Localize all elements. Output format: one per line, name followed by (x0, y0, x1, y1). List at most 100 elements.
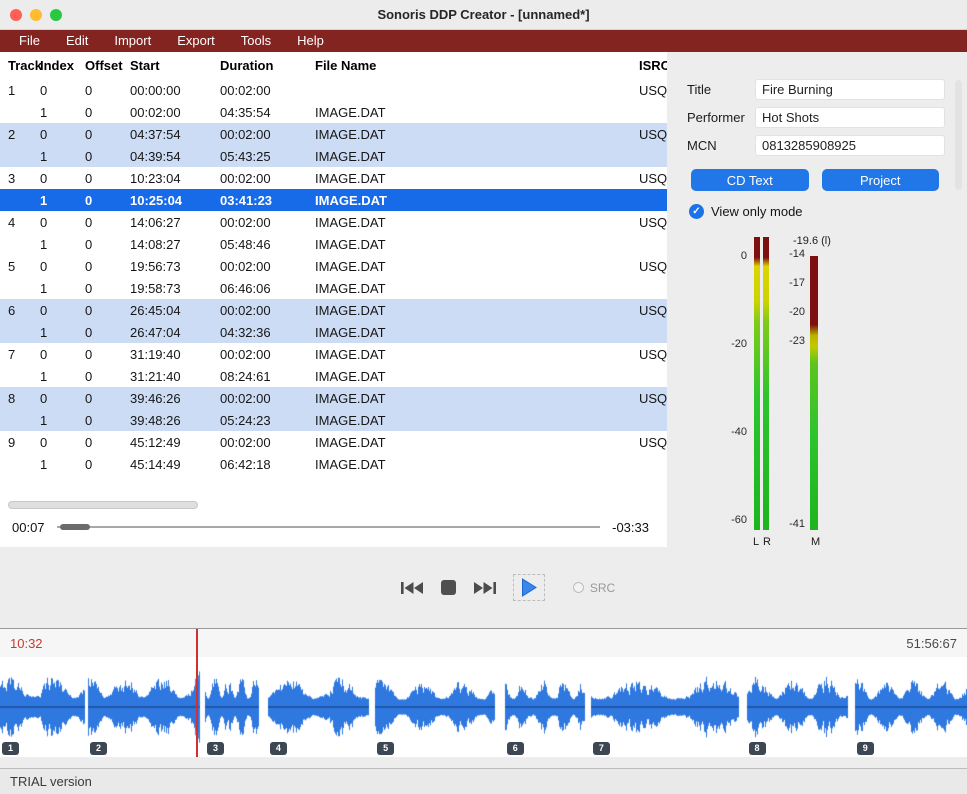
track-table-row[interactable]: 1 0 0 00:00:00 00:02:00 USQ (0, 79, 667, 101)
menu-edit[interactable]: Edit (53, 30, 101, 52)
column-header-start[interactable]: Start (130, 58, 220, 73)
track-table-row[interactable]: 2 0 0 04:37:54 00:02:00 IMAGE.DAT USQ (0, 123, 667, 145)
disc-info-panel: Title Performer MCN CD Text Project ✓ Vi… (667, 52, 967, 547)
cell-track: 8 (0, 391, 40, 406)
next-icon (473, 580, 497, 596)
cell-duration: 06:42:18 (220, 457, 315, 472)
cell-start: 14:08:27 (130, 237, 220, 252)
cell-duration: 00:02:00 (220, 435, 315, 450)
track-marker-badge: 5 (377, 742, 394, 755)
panel-scrollbar[interactable] (955, 80, 962, 190)
column-header-offset[interactable]: Offset (85, 58, 130, 73)
performer-input[interactable] (755, 107, 945, 128)
lr-meter-scale: 0 -20 -40 -60 (711, 250, 747, 526)
cell-file-name: IMAGE.DAT (315, 435, 639, 450)
cell-duration: 05:24:23 (220, 413, 315, 428)
cell-index: 0 (40, 215, 85, 230)
track-table-row[interactable]: 5 0 0 19:56:73 00:02:00 IMAGE.DAT USQ (0, 255, 667, 277)
cell-isrc: USQ (639, 127, 667, 142)
view-only-mode-icon[interactable]: ✓ (689, 204, 704, 219)
menu-file[interactable]: File (6, 30, 53, 52)
m-meter-scale: -14 -17 -20 -23 (771, 248, 805, 364)
column-header-index[interactable]: Index (40, 58, 85, 73)
seek-slider-thumb[interactable] (60, 524, 90, 530)
title-field-row: Title (687, 78, 945, 100)
cd-text-button[interactable]: CD Text (691, 169, 809, 191)
waveform-area: 123456789 (0, 657, 967, 757)
column-header-duration[interactable]: Duration (220, 58, 315, 73)
track-table-row[interactable]: 1 0 19:58:73 06:46:06 IMAGE.DAT (0, 277, 667, 299)
cell-track: 4 (0, 215, 40, 230)
play-button[interactable] (513, 574, 545, 601)
track-table-row[interactable]: 1 0 00:02:00 04:35:54 IMAGE.DAT (0, 101, 667, 123)
cell-start: 04:37:54 (130, 127, 220, 142)
track-table-row[interactable]: 9 0 0 45:12:49 00:02:00 IMAGE.DAT USQ (0, 431, 667, 453)
playback-slider-row: 00:07 -03:33 (0, 517, 667, 547)
track-table-row[interactable]: 1 0 26:47:04 04:32:36 IMAGE.DAT (0, 321, 667, 343)
menu-export[interactable]: Export (164, 30, 228, 52)
table-empty-space (0, 475, 667, 501)
cell-offset: 0 (85, 391, 130, 406)
src-option: SRC (573, 581, 615, 595)
cell-track: 1 (0, 83, 40, 98)
cell-index: 0 (40, 171, 85, 186)
close-button[interactable] (10, 9, 22, 21)
cell-file-name: IMAGE.DAT (315, 347, 639, 362)
channel-label-mono: M (811, 536, 820, 548)
menu-tools[interactable]: Tools (228, 30, 284, 52)
column-header-track[interactable]: Track (0, 58, 40, 73)
zoom-button[interactable] (50, 9, 62, 21)
next-track-button[interactable] (473, 580, 497, 596)
track-table-row[interactable]: 6 0 0 26:45:04 00:02:00 IMAGE.DAT USQ (0, 299, 667, 321)
cell-file-name: IMAGE.DAT (315, 259, 639, 274)
cell-file-name: IMAGE.DAT (315, 127, 639, 142)
waveform-display[interactable] (0, 657, 967, 757)
track-table-row[interactable]: 1 0 31:21:40 08:24:61 IMAGE.DAT (0, 365, 667, 387)
menubar: FileEditImportExportToolsHelp (0, 30, 967, 52)
src-radio[interactable] (573, 582, 584, 593)
track-table-row[interactable]: 1 0 14:08:27 05:48:46 IMAGE.DAT (0, 233, 667, 255)
track-table-row[interactable]: 1 0 39:48:26 05:24:23 IMAGE.DAT (0, 409, 667, 431)
seek-slider[interactable] (57, 522, 601, 532)
cell-duration: 00:02:00 (220, 83, 315, 98)
cell-file-name: IMAGE.DAT (315, 325, 639, 340)
cell-offset: 0 (85, 369, 130, 384)
cell-file-name: IMAGE.DAT (315, 369, 639, 384)
track-table-row[interactable]: 7 0 0 31:19:40 00:02:00 IMAGE.DAT USQ (0, 343, 667, 365)
cell-offset: 0 (85, 457, 130, 472)
menu-import[interactable]: Import (101, 30, 164, 52)
seek-slider-track[interactable] (57, 526, 601, 528)
cell-isrc: USQ (639, 215, 667, 230)
cell-offset: 0 (85, 303, 130, 318)
stop-button[interactable] (440, 579, 457, 596)
track-table-row[interactable]: 1 0 04:39:54 05:43:25 IMAGE.DAT (0, 145, 667, 167)
column-header-file-name[interactable]: File Name (315, 58, 639, 73)
cell-start: 31:21:40 (130, 369, 220, 384)
playhead-cursor[interactable] (196, 629, 198, 757)
cell-index: 1 (40, 193, 85, 208)
project-button[interactable]: Project (822, 169, 940, 191)
cell-start: 19:58:73 (130, 281, 220, 296)
mcn-label: MCN (687, 138, 755, 153)
table-horizontal-scrollbar[interactable] (8, 501, 198, 509)
previous-track-button[interactable] (400, 580, 424, 596)
panel-buttons: CD Text Project (691, 169, 939, 191)
title-input[interactable] (755, 79, 945, 100)
track-marker-badge: 2 (90, 742, 107, 755)
scale-tick: -20 (771, 306, 805, 335)
stop-icon (440, 579, 457, 596)
track-table-row[interactable]: 1 0 45:14:49 06:42:18 IMAGE.DAT (0, 453, 667, 475)
track-table-row[interactable]: 4 0 0 14:06:27 00:02:00 IMAGE.DAT USQ (0, 211, 667, 233)
cell-isrc: USQ (639, 259, 667, 274)
track-marker-badge: 4 (270, 742, 287, 755)
src-label: SRC (590, 581, 615, 595)
minimize-button[interactable] (30, 9, 42, 21)
track-table-row[interactable]: 8 0 0 39:46:26 00:02:00 IMAGE.DAT USQ (0, 387, 667, 409)
cell-duration: 04:32:36 (220, 325, 315, 340)
track-table-row[interactable]: 1 0 10:25:04 03:41:23 IMAGE.DAT (0, 189, 667, 211)
cell-offset: 0 (85, 325, 130, 340)
column-header-isrc[interactable]: ISRC (639, 58, 667, 73)
menu-help[interactable]: Help (284, 30, 337, 52)
mcn-input[interactable] (755, 135, 945, 156)
track-table-row[interactable]: 3 0 0 10:23:04 00:02:00 IMAGE.DAT USQ (0, 167, 667, 189)
